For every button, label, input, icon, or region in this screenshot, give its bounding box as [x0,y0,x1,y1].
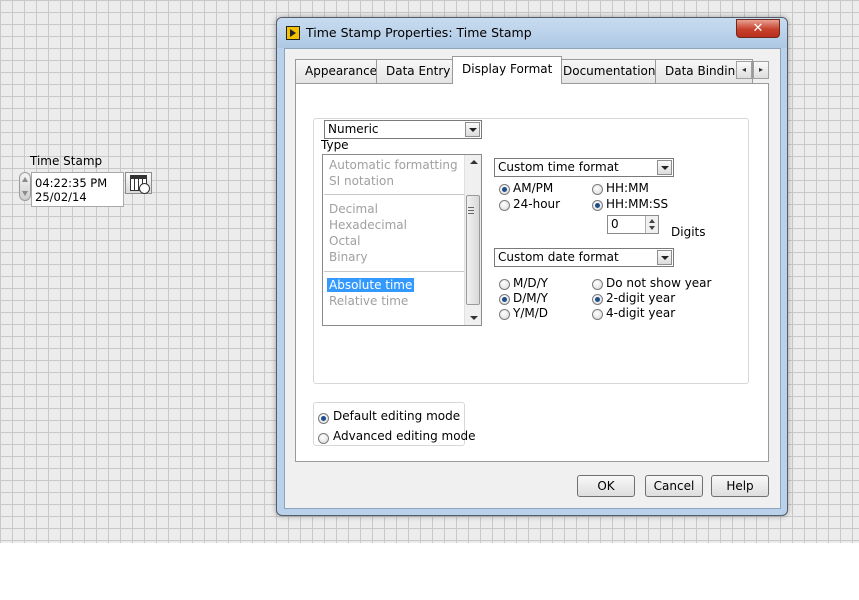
chevron-down-icon[interactable] [657,160,672,175]
format-category-value: Numeric [328,122,379,136]
date-format-value: Custom date format [498,250,619,264]
increment-arrow-icon[interactable] [22,177,28,182]
ok-button[interactable]: OK [577,475,635,497]
time-browse-button[interactable] [125,172,152,194]
tab-scroll-left-icon[interactable]: ◂ [736,61,752,79]
calendar-icon [130,175,150,194]
list-item[interactable]: Relative time [329,294,408,308]
time-format-value: Custom time format [498,160,619,174]
list-item[interactable]: Hexadecimal [329,218,407,232]
list-item-selected[interactable]: Absolute time [327,278,415,292]
type-label: Type [321,138,349,152]
list-item[interactable]: Binary [329,250,368,264]
radio-hh-mm-label: HH:MM [606,181,649,195]
scroll-down-icon[interactable] [470,316,478,320]
format-category-select[interactable]: Numeric [324,120,482,139]
tab-scroll-right-icon[interactable]: ▸ [753,61,769,79]
list-separator [324,271,464,272]
time-stamp-control[interactable]: 04:22:35 PM 25/02/14 [31,172,124,207]
tab-appearance[interactable]: Appearance [295,59,388,83]
date-format-select[interactable]: Custom date format [494,248,674,267]
radio-hh-mm-ss[interactable] [592,200,603,211]
radio-4-digit-year-label: 4-digit year [606,306,676,320]
digits-stepper[interactable]: 0 [607,215,659,234]
labview-app-icon [286,26,300,40]
radio-24-hour-label: 24-hour [513,197,561,211]
advanced-editing-mode-label: Advanced editing mode [333,429,476,443]
radio-am-pm-label: AM/PM [513,181,554,195]
digits-label: Digits [671,225,706,239]
chevron-down-icon[interactable] [465,122,480,137]
radio-m-d-y[interactable] [499,279,510,290]
time-format-select[interactable]: Custom time format [494,158,674,177]
radio-4-digit-year[interactable] [592,309,603,320]
list-item[interactable]: Octal [329,234,360,248]
radio-no-year-label: Do not show year [606,276,712,290]
tab-documentation[interactable]: Documentation [553,59,666,83]
help-button[interactable]: Help [711,475,769,497]
chevron-down-icon[interactable] [657,250,672,265]
listbox-scrollbar[interactable] [464,155,481,325]
tab-display-format[interactable]: Display Format [452,56,563,84]
radio-advanced-editing-mode[interactable] [318,433,329,444]
time-stamp-increment-decrement[interactable] [19,172,31,201]
time-stamp-date: 25/02/14 [35,190,87,204]
decrement-arrow-icon[interactable] [22,191,28,196]
stepper-arrows-icon[interactable] [645,216,658,233]
list-item[interactable]: Decimal [329,202,378,216]
properties-dialog: Time Stamp Properties: Time Stamp ✕ Appe… [276,17,788,516]
radio-m-d-y-label: M/D/Y [513,276,549,290]
radio-24-hour[interactable] [499,200,510,211]
default-editing-mode-label: Default editing mode [333,409,461,423]
time-stamp-label: Time Stamp [30,154,103,168]
radio-d-m-y[interactable] [499,294,510,305]
editing-mode-group: Default editing mode Advanced editing mo… [313,402,476,446]
cancel-button[interactable]: Cancel [645,475,703,497]
radio-2-digit-year-label: 2-digit year [606,291,676,305]
scroll-up-icon[interactable] [470,160,478,164]
radio-y-m-d-label: Y/M/D [513,306,549,320]
list-item[interactable]: Automatic formatting [329,158,458,172]
radio-y-m-d[interactable] [499,309,510,320]
type-listbox[interactable]: Automatic formatting SI notation Decimal… [322,154,482,326]
dialog-title: Time Stamp Properties: Time Stamp [306,25,532,40]
radio-d-m-y-label: D/M/Y [513,291,549,305]
radio-hh-mm-ss-label: HH:MM:SS [606,197,669,211]
radio-2-digit-year[interactable] [592,294,603,305]
radio-hh-mm[interactable] [592,184,603,195]
list-separator [324,194,464,195]
list-item[interactable]: SI notation [329,174,394,188]
tab-data-entry[interactable]: Data Entry [376,59,461,83]
dialog-title-bar[interactable]: Time Stamp Properties: Time Stamp ✕ [277,18,787,48]
close-button[interactable]: ✕ [736,19,780,38]
dialog-client-area: Appearance Data Entry Display Format Doc… [284,48,781,509]
time-stamp-time: 04:22:35 PM [35,176,108,190]
radio-default-editing-mode[interactable] [318,413,329,424]
radio-no-year[interactable] [592,279,603,290]
display-format-panel: Numeric Type Automatic formatting SI not… [295,83,769,462]
grip-icon [468,207,474,214]
radio-am-pm[interactable] [499,184,510,195]
digits-value: 0 [611,217,619,231]
